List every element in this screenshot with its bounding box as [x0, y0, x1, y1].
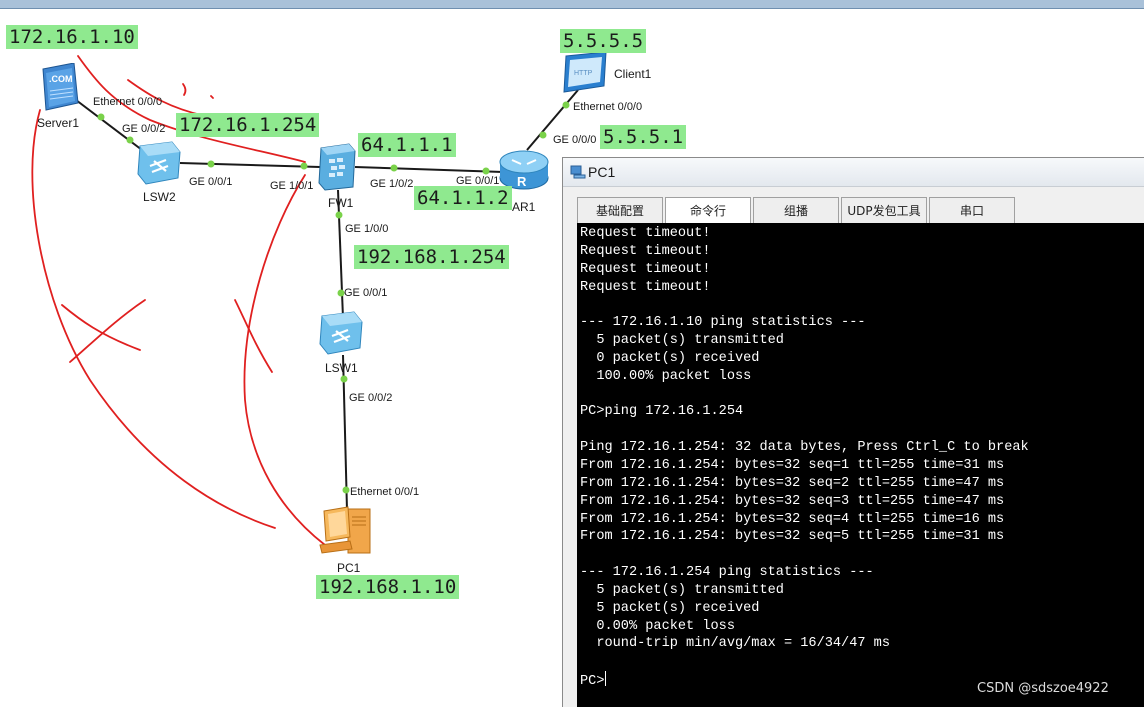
- terminal-line: Request timeout!: [580, 279, 711, 295]
- text-cursor: [605, 671, 607, 687]
- pc-window-icon: [570, 165, 586, 179]
- terminal-line: 5 packet(s) transmitted: [580, 582, 784, 598]
- port-dot: [342, 486, 350, 494]
- ip-label-ar1: 64.1.1.2: [414, 186, 512, 210]
- switch-icon: [137, 141, 181, 185]
- port-dot: [340, 375, 348, 383]
- annotation-stroke: [234, 299, 273, 373]
- terminal-line: 100.00% packet loss: [580, 368, 752, 384]
- ip-label-fw1-outside: 64.1.1.1: [358, 133, 456, 157]
- server-icon: .COM: [42, 62, 79, 111]
- pc-icon: [319, 506, 371, 554]
- terminal-line: 0 packet(s) received: [580, 350, 760, 366]
- router-letter: R: [517, 174, 527, 189]
- port-dot: [126, 136, 134, 144]
- terminal-line: Request timeout!: [580, 243, 711, 259]
- terminal-line: Request timeout!: [580, 261, 711, 277]
- terminal-line: From 172.16.1.254: bytes=32 seq=2 ttl=25…: [580, 475, 1005, 491]
- port-label: GE 0/0/2: [122, 123, 166, 135]
- lsw2-device[interactable]: [136, 140, 182, 186]
- tab-basic-config[interactable]: 基础配置: [577, 197, 663, 223]
- terminal-line: 5 packet(s) received: [580, 600, 760, 616]
- tab-serial[interactable]: 串口: [929, 197, 1015, 223]
- fw1-label: FW1: [328, 196, 354, 210]
- port-dot: [335, 211, 343, 219]
- client-icon: HTTP: [563, 51, 607, 93]
- port-dot: [300, 162, 308, 170]
- port-dot: [539, 131, 547, 139]
- annotation-stroke: [210, 95, 214, 99]
- port-dot: [97, 113, 105, 121]
- port-dot: [390, 164, 398, 172]
- port-label: Ethernet 0/0/1: [350, 486, 420, 498]
- lsw2-label: LSW2: [143, 190, 176, 204]
- port-dot: [562, 101, 570, 109]
- terminal-line: From 172.16.1.254: bytes=32 seq=3 ttl=25…: [580, 493, 1005, 509]
- server-badge: .COM: [49, 74, 73, 84]
- terminal-output[interactable]: Request timeout! Request timeout! Request …: [577, 223, 1144, 707]
- port-label: Ethernet 0/0/0: [573, 101, 643, 113]
- annotation-stroke: [69, 299, 146, 363]
- client-badge: HTTP: [574, 70, 593, 77]
- port-label: GE 1/0/0: [345, 223, 389, 235]
- terminal-line: From 172.16.1.254: bytes=32 seq=4 ttl=25…: [580, 511, 1005, 527]
- client1-device[interactable]: HTTP: [562, 51, 610, 96]
- link-fw1-ar1: [354, 166, 504, 173]
- terminal-line: 0.00% packet loss: [580, 618, 735, 634]
- window-title: PC1: [588, 164, 616, 180]
- switch-icon: [319, 311, 363, 355]
- pc1-label: PC1: [337, 561, 361, 575]
- server1-device[interactable]: .COM: [40, 62, 80, 111]
- terminal-line: 5 packet(s) transmitted: [580, 333, 784, 349]
- terminal-line: From 172.16.1.254: bytes=32 seq=1 ttl=25…: [580, 457, 1005, 473]
- terminal-line: Ping 172.16.1.254: 32 data bytes, Press …: [580, 440, 1029, 456]
- ip-label-fw1-inside: 192.168.1.254: [354, 245, 509, 269]
- terminal-line: --- 172.16.1.254 ping statistics ---: [580, 565, 874, 581]
- annotation-stroke: [182, 83, 187, 96]
- tab-multicast[interactable]: 组播: [753, 197, 839, 223]
- lsw1-device[interactable]: [318, 310, 364, 356]
- terminal-line: From 172.16.1.254: bytes=32 seq=5 ttl=25…: [580, 529, 1005, 545]
- annotation-stroke: [243, 174, 326, 546]
- port-label: GE 0/0/2: [349, 392, 393, 404]
- port-dot: [482, 167, 490, 175]
- terminal-line: Request timeout!: [580, 226, 711, 241]
- lsw1-label: LSW1: [325, 361, 358, 375]
- port-label: GE 0/0/1: [344, 287, 388, 299]
- server1-label: Server1: [37, 116, 80, 130]
- port-label: GE 0/0/1: [189, 176, 233, 188]
- ip-label-pc1: 192.168.1.10: [316, 575, 460, 599]
- pc1-window[interactable]: PC1 基础配置 命令行 组播 UDP发包工具 串口 Request timeo…: [562, 157, 1144, 707]
- link-lsw2-fw1: [179, 162, 321, 168]
- tab-udp-tool[interactable]: UDP发包工具: [841, 197, 927, 223]
- tab-command-line[interactable]: 命令行: [665, 197, 751, 223]
- port-label: Ethernet 0/0/0: [93, 96, 163, 108]
- ip-label-lsw2-gateway: 172.16.1.254: [176, 113, 320, 137]
- ip-label-client1: 5.5.5.5: [560, 29, 647, 53]
- port-dot: [207, 160, 215, 168]
- port-label: GE 1/0/2: [370, 178, 414, 190]
- annotation-stroke: [77, 55, 306, 163]
- port-label: GE 0/0/0: [553, 134, 597, 146]
- terminal-line: round-trip min/avg/max = 16/34/47 ms: [580, 636, 890, 652]
- window-titlebar[interactable]: PC1: [563, 158, 1144, 187]
- ip-label-server1: 172.16.1.10: [6, 25, 138, 49]
- port-label: GE 1/0/1: [270, 180, 314, 192]
- terminal-line: PC>ping 172.16.1.254: [580, 404, 744, 420]
- firewall-icon: [318, 143, 356, 191]
- terminal-line: --- 172.16.1.10 ping statistics ---: [580, 315, 866, 331]
- fw1-device[interactable]: [317, 143, 357, 191]
- ip-label-ar1-client-side: 5.5.5.1: [600, 125, 687, 149]
- pc1-device[interactable]: [318, 505, 378, 557]
- watermark: CSDN @sdszoe4922: [977, 681, 1109, 696]
- client1-label: Client1: [614, 67, 652, 81]
- ar1-label: AR1: [512, 200, 536, 214]
